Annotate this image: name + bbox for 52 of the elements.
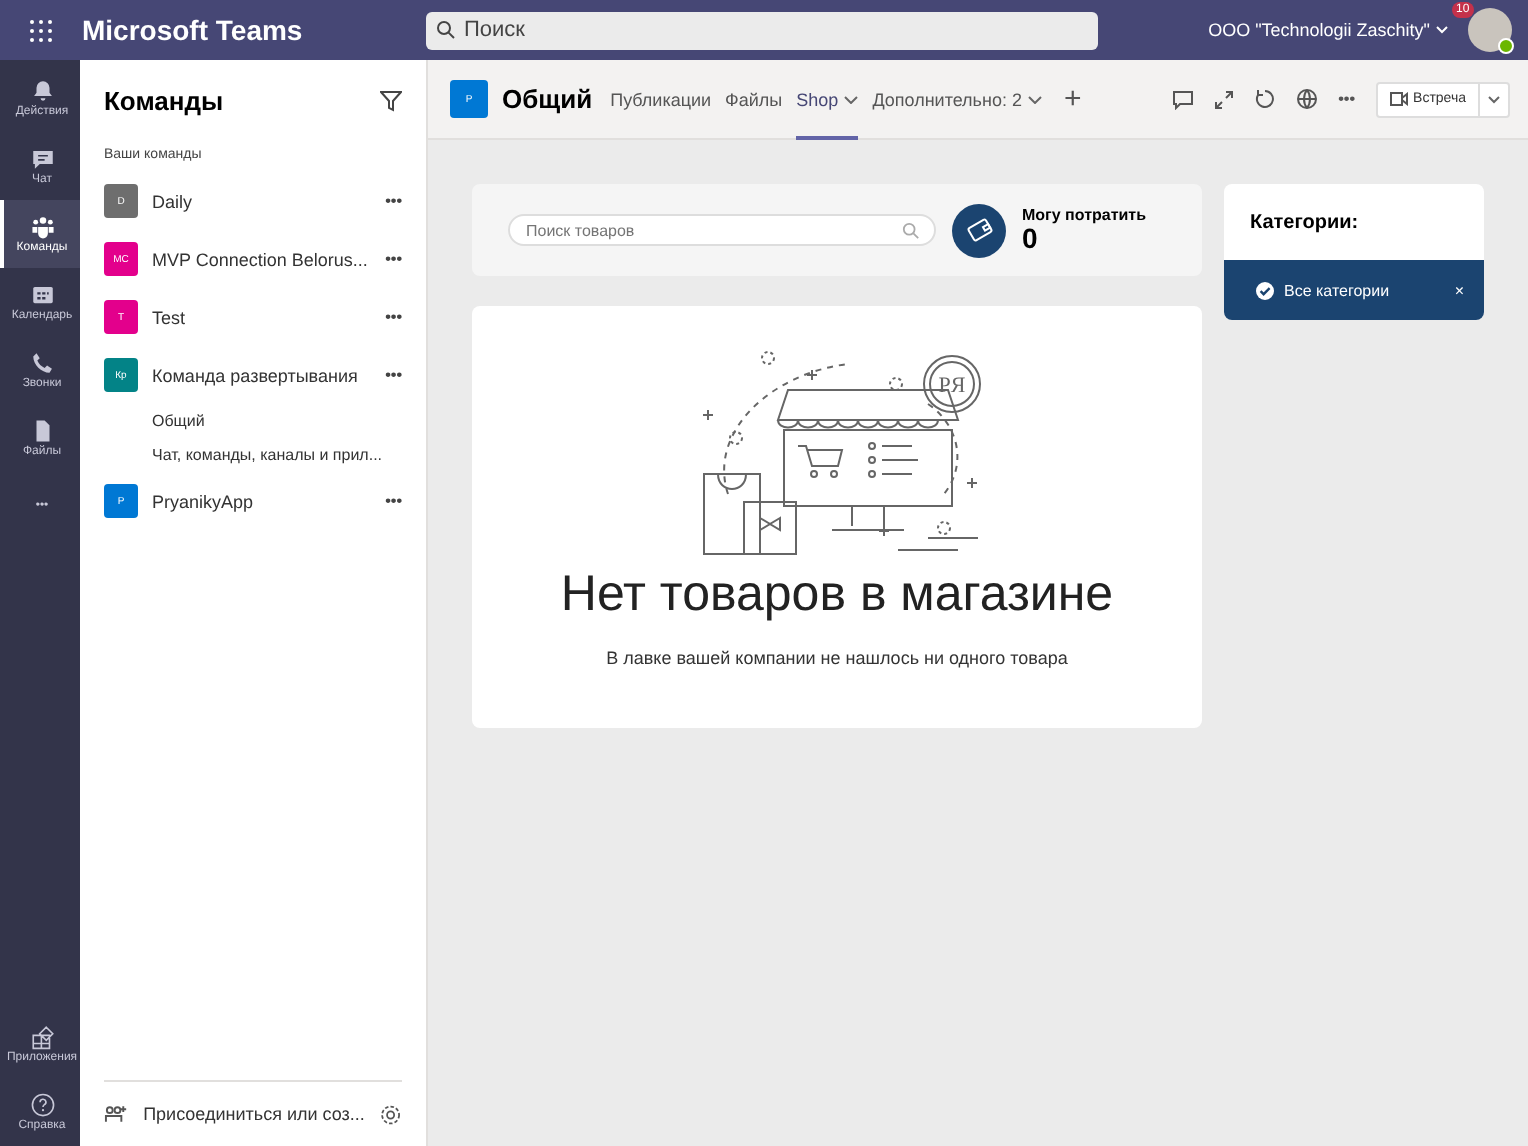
more-options[interactable]: ••• bbox=[385, 492, 402, 510]
video-camera-icon bbox=[1389, 92, 1408, 106]
settings-icon[interactable] bbox=[380, 1103, 402, 1125]
tab[interactable]: Файлы bbox=[725, 59, 783, 139]
bell-icon bbox=[29, 78, 55, 104]
balance-value: 0 bbox=[1022, 224, 1038, 252]
add-tab-button[interactable]: + bbox=[1063, 82, 1082, 116]
channel-title: Общий bbox=[502, 84, 593, 114]
phone-icon bbox=[29, 350, 55, 376]
globe-icon[interactable] bbox=[1296, 88, 1319, 110]
close-icon[interactable]: × bbox=[1454, 281, 1464, 299]
status-dot bbox=[1498, 38, 1514, 54]
app-title: Microsoft Teams bbox=[82, 14, 305, 46]
more-options[interactable]: ••• bbox=[385, 308, 402, 326]
people-icon bbox=[29, 214, 55, 240]
tab[interactable]: Публикации bbox=[610, 59, 712, 139]
empty-title: Нет товаров в магазине bbox=[560, 566, 1114, 624]
chevron-down-icon bbox=[844, 95, 859, 103]
category-item[interactable]: Все категории × bbox=[1224, 260, 1484, 320]
check-circle-icon bbox=[1256, 281, 1274, 299]
channel-item[interactable]: Общий bbox=[80, 404, 426, 438]
more-options[interactable]: ••• bbox=[1338, 90, 1356, 108]
tab[interactable]: Дополнительно: 2 bbox=[872, 59, 1042, 139]
logo-text: PЯ bbox=[937, 374, 965, 398]
balance-label: Могу потратить bbox=[1022, 208, 1146, 224]
apps-icon bbox=[29, 1024, 55, 1050]
people-add-icon bbox=[104, 1103, 128, 1125]
chevron-down-icon bbox=[1027, 95, 1042, 103]
search-field[interactable]: Поиск bbox=[426, 11, 1098, 49]
categories-title: Категории: bbox=[1248, 209, 1361, 237]
avatar[interactable] bbox=[1468, 8, 1512, 52]
refresh-icon[interactable] bbox=[1254, 88, 1277, 110]
empty-message: В лавке вашей компании не нашлось ни одного товара bbox=[606, 648, 1068, 668]
more-options[interactable]: ••• bbox=[385, 250, 402, 268]
expand-icon[interactable] bbox=[1214, 89, 1235, 109]
channel-item[interactable]: Чат, команды, каналы и прил... bbox=[80, 438, 426, 472]
search-icon bbox=[902, 221, 920, 239]
app-launcher-icon[interactable] bbox=[30, 19, 52, 41]
more-options[interactable]: ••• bbox=[385, 192, 402, 210]
chat-icon bbox=[29, 146, 55, 172]
wallet-icon bbox=[952, 203, 1006, 257]
chat-icon[interactable] bbox=[1172, 89, 1195, 109]
chevron-down-icon[interactable] bbox=[1488, 95, 1500, 103]
search-field[interactable]: Поиск товаров bbox=[508, 214, 936, 246]
calendar-icon bbox=[29, 282, 55, 308]
join-team-link[interactable]: Присоединиться или соз... bbox=[143, 1104, 365, 1124]
org-switcher[interactable]: ООО "Technologii Zaschity" bbox=[1208, 20, 1448, 40]
pane-title: Команды bbox=[104, 85, 224, 115]
more-options[interactable]: ••• bbox=[385, 366, 402, 384]
filter-icon[interactable] bbox=[380, 89, 402, 111]
chevron-down-icon bbox=[1436, 26, 1448, 34]
help-icon bbox=[29, 1092, 55, 1118]
